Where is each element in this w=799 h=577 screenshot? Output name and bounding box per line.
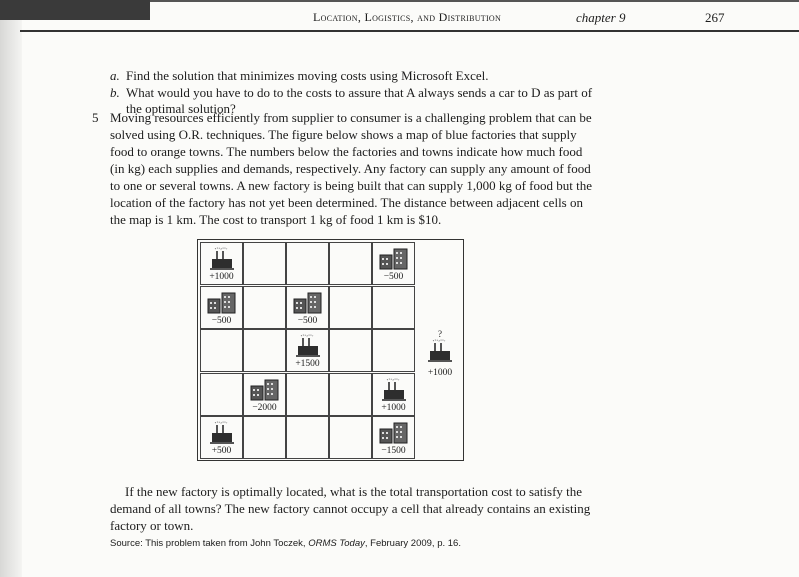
town-icon [287, 291, 328, 315]
map-cell: +1000 [200, 242, 243, 285]
map-cell [286, 372, 329, 416]
map-cell [243, 285, 286, 329]
problem-line: to one or several towns. A new factory i… [110, 178, 592, 193]
map-cell [329, 416, 372, 459]
item-b-text: What would you have to do to the costs t… [126, 85, 593, 100]
town-icon [244, 378, 285, 402]
problem-line: solved using O.R. techniques. The figure… [110, 127, 577, 142]
factory-supply: +1500 [295, 359, 320, 369]
scan-shadow [0, 0, 150, 20]
factory-icon [373, 378, 414, 402]
page-number: 267 [705, 10, 725, 25]
map-cell [329, 242, 372, 285]
map-cell [243, 242, 286, 285]
question-line: If the new factory is optimally located,… [125, 484, 583, 499]
problem-line: Moving resources efficiently from suppli… [110, 110, 592, 125]
map-cell [200, 329, 243, 372]
map-cell [372, 285, 415, 329]
town-demand: −2000 [252, 402, 277, 413]
factory-supply: +1000 [381, 402, 406, 413]
map-cell: +1500 [286, 329, 329, 372]
map-cell [200, 372, 243, 416]
header-rule [20, 30, 799, 32]
town-icon [373, 421, 414, 445]
chapter-label: chapter 9 [576, 10, 626, 25]
source-note: Source: This problem taken from John Toc… [110, 538, 461, 549]
town-demand: −500 [383, 272, 404, 282]
problem-line: (in kg) each supplies and demands, respe… [110, 161, 591, 176]
item-b-label: b. [110, 85, 120, 100]
map-cell [329, 285, 372, 329]
new-factory: ? +1000 [420, 329, 460, 378]
map-cell: −2000 [243, 372, 286, 416]
map-cell [329, 329, 372, 372]
map-cell: +500 [200, 416, 243, 459]
factory-icon [427, 339, 453, 367]
factory-supply: +1000 [209, 272, 234, 282]
problem-line: food to orange towns. The numbers below … [110, 144, 583, 159]
item-a-text: Find the solution that minimizes moving … [126, 68, 489, 83]
map-cell: −500 [200, 285, 243, 329]
factory-icon [201, 247, 242, 271]
town-demand: −1500 [381, 446, 406, 456]
item-a-label: a. [110, 68, 120, 83]
question-line: demand of all towns? The new factory can… [110, 501, 591, 516]
map-cell: +1000 [372, 372, 415, 416]
map-cell [286, 242, 329, 285]
town-demand: −500 [211, 315, 232, 326]
source-prefix: Source: This problem taken from John Toc… [110, 538, 309, 549]
factory-icon [287, 334, 328, 358]
running-title: Location, Logistics, and Distribution [313, 10, 502, 24]
map-cell [329, 372, 372, 416]
map-cell: −1500 [372, 416, 415, 459]
map-cell: −500 [372, 242, 415, 285]
factory-icon [201, 421, 242, 445]
map-cell: −500 [286, 285, 329, 329]
town-icon [201, 291, 242, 315]
question-line: factory or town. [110, 518, 194, 533]
map-cell [243, 416, 286, 459]
source-suffix: , February 2009, p. 16. [364, 538, 461, 549]
factory-supply: +500 [211, 446, 232, 456]
source-journal: ORMS Today [308, 538, 365, 549]
problem-line: location of the factory has not yet been… [110, 195, 583, 210]
new-factory-supply: +1000 [427, 368, 453, 378]
unknown-location-mark: ? [438, 329, 442, 339]
scan-margin [0, 20, 22, 577]
town-icon [373, 247, 414, 271]
map-cell [372, 329, 415, 372]
problem-line: the map is 1 km. The cost to transport 1… [110, 212, 442, 227]
town-demand: −500 [297, 315, 318, 326]
problem-number: 5 [92, 110, 99, 125]
top-rule [150, 0, 799, 2]
map-cell [286, 416, 329, 459]
map-cell [243, 329, 286, 372]
